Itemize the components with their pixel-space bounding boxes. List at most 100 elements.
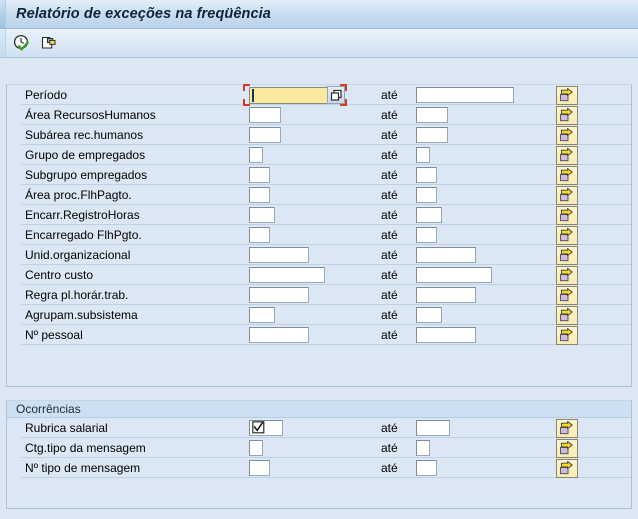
form-row: Centro custo até	[7, 265, 631, 285]
field-label: Agrupam.subsistema	[25, 308, 138, 322]
form-row: Regra pl.horár.trab. até	[7, 285, 631, 305]
occurrence-rows-container: Rubrica salarial até Ctg.tipo da mensagem a…	[7, 418, 631, 478]
to-value-input[interactable]	[416, 440, 430, 456]
field-label: Ctg.tipo da mensagem	[25, 441, 146, 455]
form-row: Nº pessoal até	[7, 325, 631, 345]
from-value-input[interactable]	[249, 107, 281, 123]
to-separator-label: até	[381, 461, 398, 475]
text-cursor	[252, 89, 254, 102]
form-row: Ctg.tipo da mensagem até	[7, 438, 631, 458]
multiple-selection-arrow-icon	[560, 128, 573, 142]
multiple-selection-button[interactable]	[556, 459, 578, 478]
to-value-input[interactable]	[416, 127, 448, 143]
to-value-input[interactable]	[416, 247, 476, 263]
to-separator-label: até	[381, 128, 398, 142]
row-separator	[21, 477, 631, 478]
from-value-input[interactable]	[249, 247, 309, 263]
from-value-input[interactable]	[249, 327, 309, 343]
to-separator-label: até	[381, 228, 398, 242]
from-value-input[interactable]	[249, 287, 309, 303]
from-value-input[interactable]	[249, 227, 270, 243]
from-value-input[interactable]	[249, 207, 275, 223]
to-value-input[interactable]	[416, 287, 476, 303]
field-label: Centro custo	[25, 268, 94, 282]
multiple-selection-button[interactable]	[556, 126, 578, 145]
to-value-input[interactable]	[416, 267, 492, 283]
multiple-selection-button[interactable]	[556, 439, 578, 458]
multiple-selection-button[interactable]	[556, 266, 578, 285]
field-label: Área RecursosHumanos	[25, 108, 156, 122]
to-value-input[interactable]	[416, 147, 430, 163]
multiple-selection-button[interactable]	[556, 186, 578, 205]
multiple-selection-button[interactable]	[556, 306, 578, 325]
form-row: Subgrupo empregados até	[7, 165, 631, 185]
field-label: Unid.organizacional	[25, 248, 131, 262]
multiple-selection-arrow-icon	[560, 268, 573, 282]
to-separator-label: até	[381, 288, 398, 302]
multiple-selection-arrow-icon	[560, 328, 573, 342]
from-value-input[interactable]	[249, 127, 281, 143]
field-label: Grupo de empregados	[25, 148, 146, 162]
to-separator-label: até	[381, 268, 398, 282]
to-value-input[interactable]	[416, 207, 442, 223]
get-variant-button[interactable]	[38, 32, 60, 54]
to-value-input[interactable]	[416, 167, 437, 183]
multiple-selection-arrow-icon	[560, 188, 573, 202]
field-label: Subgrupo empregados	[25, 168, 148, 182]
form-row: Agrupam.subsistema até	[7, 305, 631, 325]
from-value-input[interactable]	[249, 460, 270, 476]
to-value-input[interactable]	[416, 87, 514, 103]
execute-clock-icon	[13, 34, 30, 52]
field-label: Rubrica salarial	[25, 421, 108, 435]
multiple-selection-arrow-icon	[560, 421, 573, 435]
matchcode-button[interactable]	[327, 86, 345, 104]
form-row: Encarr.RegistroHoras até	[7, 205, 631, 225]
multiple-selection-arrow-icon	[560, 248, 573, 262]
occurrences-group-label: Ocorrências	[16, 402, 81, 416]
field-label: Regra pl.horár.trab.	[25, 288, 129, 302]
to-separator-label: até	[381, 208, 398, 222]
to-separator-label: até	[381, 421, 398, 435]
multiple-selection-arrow-icon	[560, 441, 573, 455]
form-row: Unid.organizacional até	[7, 245, 631, 265]
from-value-input[interactable]	[249, 167, 270, 183]
to-value-input[interactable]	[416, 307, 442, 323]
multiple-selection-button[interactable]	[556, 286, 578, 305]
form-row: Área proc.FlhPagto. até	[7, 185, 631, 205]
to-separator-label: até	[381, 441, 398, 455]
from-value-input[interactable]	[249, 187, 270, 203]
multiple-selection-button[interactable]	[556, 86, 578, 105]
from-value-input[interactable]	[249, 307, 275, 323]
page-title: Relatório de exceções na freqüência	[16, 6, 271, 22]
multiple-selection-button[interactable]	[556, 419, 578, 438]
to-value-input[interactable]	[416, 187, 437, 203]
multiple-selection-button[interactable]	[556, 206, 578, 225]
to-separator-label: até	[381, 188, 398, 202]
to-separator-label: até	[381, 108, 398, 122]
multiple-selection-button[interactable]	[556, 106, 578, 125]
multiple-selection-arrow-icon	[560, 208, 573, 222]
form-row: Período até	[7, 84, 631, 106]
to-value-input[interactable]	[416, 107, 448, 123]
multiple-selection-button[interactable]	[556, 326, 578, 345]
selection-criteria-group: Período até Área RecursosHumanos até Subárea…	[6, 84, 632, 387]
multiple-selection-button[interactable]	[556, 166, 578, 185]
from-value-input[interactable]	[249, 147, 263, 163]
to-value-input[interactable]	[416, 227, 437, 243]
field-label: Subárea rec.humanos	[25, 128, 144, 142]
to-value-input[interactable]	[416, 327, 476, 343]
field-label: Encarr.RegistroHoras	[25, 208, 140, 222]
form-row: Nº tipo de mensagem até	[7, 458, 631, 478]
multiple-selection-button[interactable]	[556, 146, 578, 165]
multiple-selection-arrow-icon	[560, 168, 573, 182]
to-value-input[interactable]	[416, 460, 437, 476]
occurrences-group-header: Ocorrências	[7, 401, 631, 418]
to-value-input[interactable]	[416, 420, 450, 436]
multiple-selection-button[interactable]	[556, 246, 578, 265]
execute-button[interactable]	[11, 32, 33, 54]
multiple-selection-button[interactable]	[556, 226, 578, 245]
from-value-input[interactable]	[249, 440, 263, 456]
form-row: Área RecursosHumanos até	[7, 105, 631, 125]
application-toolbar	[0, 29, 638, 58]
from-value-input[interactable]	[249, 267, 325, 283]
